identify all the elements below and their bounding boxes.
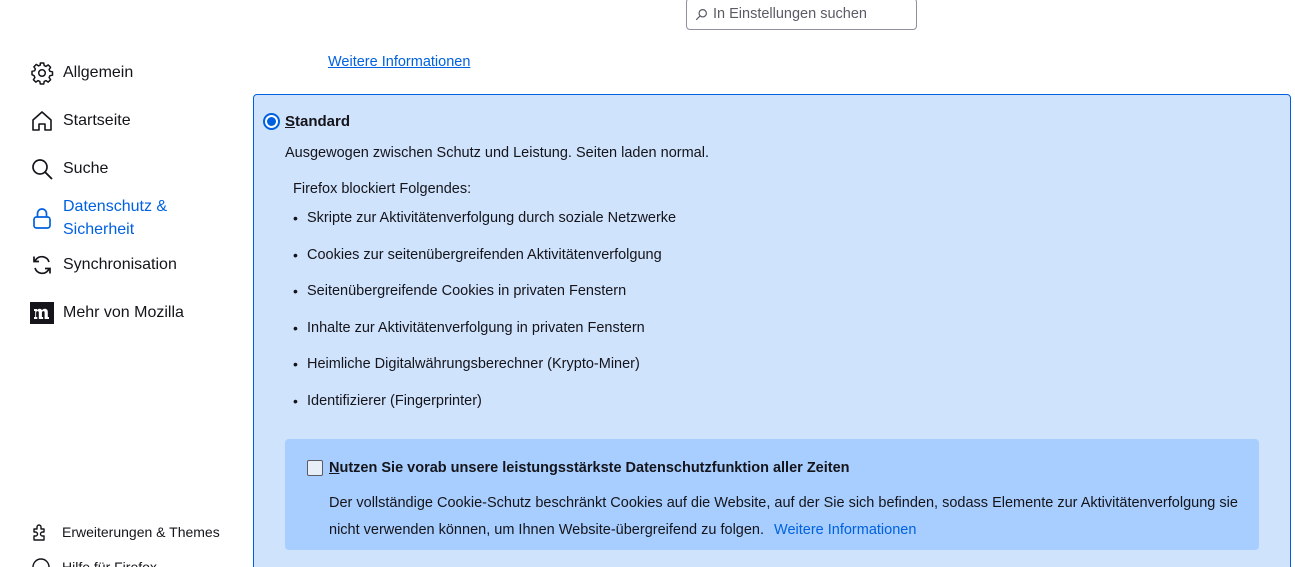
help-icon: [30, 556, 52, 567]
search-icon: [30, 157, 54, 181]
total-cookie-protection-notice: Nutzen Sie vorab unsere leistungsstärkst…: [285, 439, 1259, 550]
list-item: • Inhalte zur Aktivitätenverfolgung in pr…: [293, 319, 645, 336]
sidebar-item-label: Mehr von Mozilla: [63, 304, 184, 321]
sidebar-item-privacy[interactable]: Datenschutz & Sicherheit: [30, 195, 167, 241]
learn-more-link[interactable]: Weitere Informationen: [774, 522, 916, 538]
standard-description: Ausgewogen zwischen Schutz und Leistung.…: [285, 145, 709, 161]
sidebar-item-help[interactable]: Hilfe für Firefox: [30, 556, 157, 567]
blocks-heading: Firefox blockiert Folgendes:: [293, 181, 472, 197]
sidebar-item-mozilla[interactable]: Mehr von Mozilla: [30, 301, 184, 325]
lock-icon: [30, 206, 54, 230]
list-item: • Identifizierer (Fingerprinter): [293, 392, 482, 409]
gear-icon: [30, 61, 54, 85]
tcp-checkbox[interactable]: [307, 460, 323, 476]
sync-icon: [30, 253, 54, 277]
sidebar-item-label: Datenschutz &: [63, 198, 168, 215]
puzzle-icon: [30, 521, 52, 543]
radio-dot: [267, 117, 276, 126]
sidebar-item-label: Startseite: [63, 112, 131, 129]
blocks-list: • Skripte zur Aktivitätenverfolgung durch…: [293, 210, 676, 430]
sidebar-item-label: Allgemein: [63, 64, 134, 81]
sidebar-item-home[interactable]: Startseite: [30, 109, 131, 133]
list-item: • Skripte zur Aktivitätenverfolgung durch…: [293, 210, 677, 226]
search-icon: [695, 8, 707, 20]
list-item: • Seitenübergreifende Cookies in privaten…: [293, 283, 627, 300]
sidebar-item-label: Hilfe für Firefox: [62, 559, 157, 567]
sidebar-item-addons[interactable]: Erweiterungen & Themes: [30, 521, 220, 543]
sidebar-item-label-line2: Sicherheit: [63, 221, 135, 238]
settings-search-box[interactable]: [686, 0, 917, 30]
sidebar: Allgemein Startseite Suche Datenschutz &…: [0, 0, 250, 567]
sidebar-item-sync[interactable]: Synchronisation: [30, 253, 177, 277]
standard-title[interactable]: Standard: [285, 113, 350, 130]
sidebar-item-label: Suche: [63, 160, 109, 177]
standard-protection-panel: Standard Ausgewogen zwischen Schutz und …: [253, 94, 1291, 567]
notice-title[interactable]: Nutzen Sie vorab unsere leistungsstärkst…: [329, 460, 850, 476]
sidebar-item-label: Erweiterungen & Themes: [62, 524, 220, 540]
notice-description: Der vollständige Cookie-Schutz beschränk…: [329, 495, 1238, 538]
mozilla-icon: [30, 301, 54, 325]
standard-radio[interactable]: [263, 113, 280, 130]
sidebar-item-general[interactable]: Allgemein: [30, 61, 133, 85]
list-item: • Cookies zur seitenübergreifenden Aktivi…: [293, 246, 662, 263]
search-input[interactable]: [713, 6, 903, 22]
list-item: • Heimliche Digitalwährungsberechner (Kry…: [293, 356, 640, 373]
home-icon: [30, 109, 54, 133]
sidebar-item-label: Synchronisation: [63, 256, 177, 273]
sidebar-item-search[interactable]: Suche: [30, 157, 108, 181]
learn-more-link-top[interactable]: Weitere Informationen: [328, 54, 470, 70]
